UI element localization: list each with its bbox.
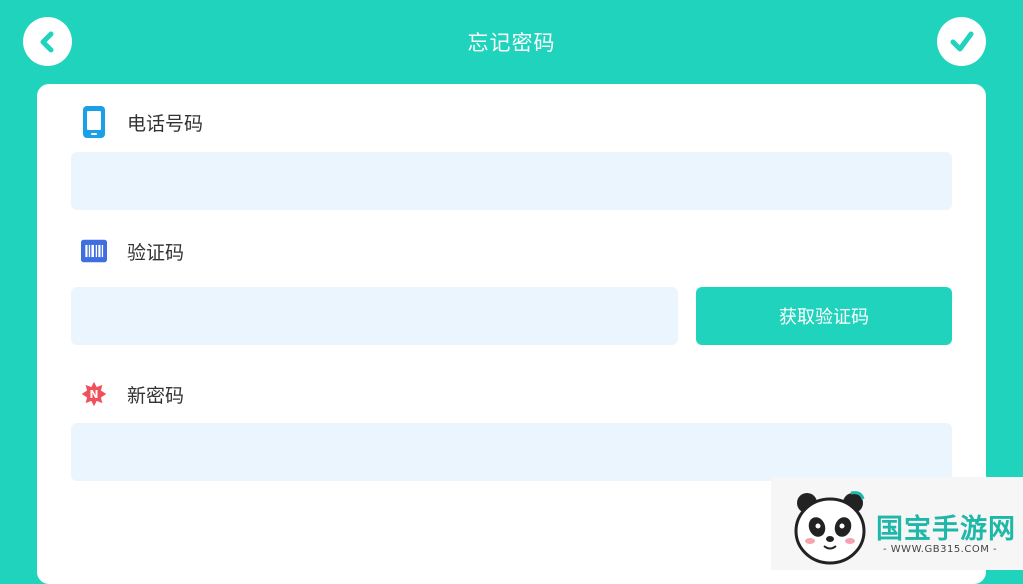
- code-input[interactable]: [71, 287, 678, 345]
- svg-text:N: N: [90, 388, 99, 401]
- site-watermark: 国宝手游网 - WWW.GB315.COM -: [771, 477, 1023, 570]
- watermark-url: - WWW.GB315.COM -: [883, 544, 998, 555]
- watermark-site-name: 国宝手游网: [876, 514, 1016, 545]
- page-title: 忘记密码: [467, 31, 556, 55]
- code-label-row: 验证码: [81, 235, 184, 267]
- code-label: 验证码: [127, 241, 185, 264]
- get-code-button[interactable]: 获取验证码: [696, 287, 952, 345]
- phone-input[interactable]: [71, 152, 952, 210]
- new-badge-icon: N: [81, 378, 107, 410]
- top-bar: 忘记密码: [0, 0, 1023, 84]
- checkmark-icon: [950, 31, 973, 51]
- phone-label: 电话号码: [127, 112, 204, 135]
- confirm-button[interactable]: [937, 17, 986, 66]
- new-password-label: 新密码: [127, 384, 185, 407]
- new-password-label-row: N 新密码: [81, 378, 184, 410]
- barcode-icon: [81, 235, 107, 267]
- panda-logo-icon: [794, 491, 866, 565]
- new-password-input[interactable]: [71, 423, 952, 481]
- phone-label-row: 电话号码: [81, 106, 203, 138]
- phone-icon: [81, 106, 107, 138]
